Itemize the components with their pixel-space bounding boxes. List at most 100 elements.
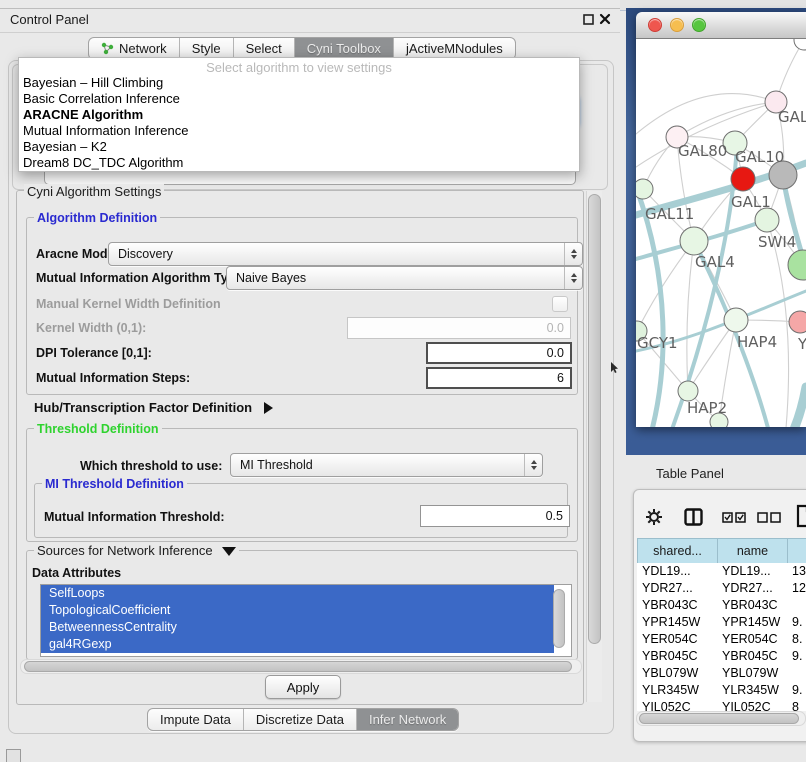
algorithm-option[interactable]: Basic Correlation Inference — [19, 91, 579, 107]
node-salmon[interactable] — [789, 311, 806, 333]
mac-close-icon[interactable] — [648, 18, 662, 32]
apply-button[interactable]: Apply — [265, 675, 341, 699]
network-view-window: GALGAL80GAL10GAL1SWI4GAL11GAL4GCY1HAP4YH… — [636, 12, 806, 427]
kernel-width-label: Kernel Width (0,1): — [36, 321, 146, 335]
node-gal11[interactable] — [636, 179, 653, 199]
sources-title[interactable]: Sources for Network Inference — [34, 543, 239, 558]
network-canvas[interactable]: GALGAL80GAL10GAL1SWI4GAL11GAL4GCY1HAP4YH… — [636, 39, 806, 427]
mi-threshold-field[interactable]: 0.5 — [420, 505, 570, 527]
column-header[interactable]: shared... — [637, 538, 717, 564]
tab-select[interactable]: Select — [234, 38, 295, 59]
table-panel-title: Table Panel — [656, 466, 724, 481]
screen: Control Panel Network Style Select Cyni Too… — [0, 0, 806, 762]
attributes-scrollbar[interactable] — [553, 589, 565, 648]
network-icon — [101, 42, 114, 55]
table-row[interactable]: YBL079WYBL079W — [637, 665, 806, 682]
aracne-mode-combo[interactable]: Discovery — [108, 242, 583, 266]
node-top-white[interactable] — [794, 39, 806, 50]
table-hscrollbar-thumb[interactable] — [639, 713, 799, 724]
network-edge[interactable] — [767, 220, 789, 427]
table-row[interactable]: YDR27...YDR27...12 — [637, 580, 806, 597]
kernel-width-field[interactable]: 0.0 — [347, 317, 571, 339]
mac-minimize-icon[interactable] — [670, 18, 684, 32]
algorithm-options: Bayesian – Hill ClimbingBasic Correlatio… — [19, 75, 579, 171]
collapse-arrow-icon[interactable] — [222, 547, 236, 556]
dpi-tolerance-field[interactable]: 0.0 — [426, 342, 572, 364]
minimized-panel-icon[interactable] — [6, 749, 21, 762]
table-row[interactable]: YLR345WYLR345W9. — [637, 682, 806, 699]
column-header[interactable]: name — [717, 538, 787, 564]
node-label-gal: GAL — [778, 108, 806, 126]
algorithm-option[interactable]: ARACNE Algorithm — [19, 107, 579, 123]
table-cell: YBL079W — [637, 665, 717, 682]
table-cell: YPR145W — [637, 614, 717, 631]
table-cell: YER054C — [717, 631, 787, 648]
algorithm-option[interactable]: Dream8 DC_TDC Algorithm — [19, 155, 579, 171]
mi-steps-field[interactable]: 6 — [426, 367, 572, 389]
tab-label: Network — [119, 41, 167, 56]
node-big-green[interactable] — [788, 250, 806, 280]
table-row[interactable]: YIL052CYIL052C8 — [637, 699, 806, 711]
table-cell: YIL052C — [717, 699, 787, 711]
close-icon[interactable] — [599, 13, 611, 25]
gear-icon[interactable] — [645, 508, 663, 526]
table-cell: YBR045C — [637, 648, 717, 665]
dpi-tolerance-label: DPI Tolerance [0,1]: — [36, 346, 152, 360]
node-gal4[interactable] — [680, 227, 708, 255]
algorithm-option[interactable]: Mutual Information Inference — [19, 123, 579, 139]
column-header[interactable] — [787, 538, 806, 564]
hub-definition-label[interactable]: Hub/Transcription Factor Definition — [34, 400, 273, 415]
attribute-item[interactable]: SelfLoops — [41, 585, 554, 602]
deselect-all-icon[interactable] — [757, 512, 782, 523]
table-cell: YIL052C — [637, 699, 717, 711]
table-cell: YBR045C — [717, 648, 787, 665]
table-row[interactable]: YDL19...YDL19...13 — [637, 563, 806, 580]
mac-zoom-icon[interactable] — [692, 18, 706, 32]
mi-threshold-value: 0.5 — [546, 509, 563, 523]
tab-impute-data[interactable]: Impute Data — [148, 709, 244, 730]
document-icon[interactable] — [796, 504, 806, 528]
attribute-item[interactable]: BetweennessCentrality — [41, 619, 554, 636]
manual-kernel-width-checkbox[interactable] — [552, 296, 568, 312]
attribute-item[interactable]: TopologicalCoefficient — [41, 602, 554, 619]
algorithm-option[interactable]: Bayesian – K2 — [19, 139, 579, 155]
float-window-icon[interactable] — [583, 14, 594, 25]
settings-hscrollbar-thumb[interactable] — [24, 661, 572, 672]
network-edge[interactable] — [778, 387, 806, 427]
table-row[interactable]: YBR045CYBR045C9. — [637, 648, 806, 665]
tab-network[interactable]: Network — [89, 38, 180, 59]
table-row[interactable]: YER054CYER054C8. — [637, 631, 806, 648]
columns-icon[interactable] — [684, 508, 703, 526]
tab-jactivemnodules[interactable]: jActiveMNodules — [394, 38, 515, 59]
combo-stepper-icon[interactable] — [564, 267, 582, 289]
which-threshold-combo[interactable]: MI Threshold — [230, 453, 543, 477]
mi-algorithm-type-combo[interactable]: Naive Bayes — [226, 266, 583, 290]
mouse-cursor-icon — [610, 362, 619, 374]
combo-stepper-icon[interactable] — [564, 243, 582, 265]
node-gal1[interactable] — [731, 167, 755, 191]
table-row[interactable]: YPR145WYPR145W9. — [637, 614, 806, 631]
node-hap4[interactable] — [724, 308, 748, 332]
attribute-item[interactable]: gal4RGexp — [41, 636, 554, 653]
apply-button-label: Apply — [287, 680, 320, 695]
algorithm-option[interactable]: Bayesian – Hill Climbing — [19, 75, 579, 91]
threshold-definition-title: Threshold Definition — [34, 422, 162, 436]
tab-infer-network[interactable]: Infer Network — [357, 709, 458, 730]
tab-style[interactable]: Style — [180, 38, 234, 59]
table-cell: YBL079W — [717, 665, 787, 682]
data-attributes-list[interactable]: SelfLoopsTopologicalCoefficientBetweenne… — [40, 584, 572, 657]
expand-arrow-icon[interactable] — [264, 402, 273, 414]
control-panel-title: Control Panel — [10, 12, 89, 27]
network-window-titlebar[interactable] — [636, 12, 806, 39]
table-cell: YBR043C — [637, 597, 717, 614]
node-swi4[interactable] — [755, 208, 779, 232]
combo-stepper-icon[interactable] — [524, 454, 542, 476]
node-hap2[interactable] — [678, 381, 698, 401]
settings-scrollbar-thumb[interactable] — [588, 194, 601, 644]
table-row[interactable]: YBR043CYBR043C — [637, 597, 806, 614]
select-all-icon[interactable] — [722, 512, 747, 523]
tab-cyni-toolbox[interactable]: Cyni Toolbox — [295, 38, 394, 59]
tab-discretize-data[interactable]: Discretize Data — [244, 709, 357, 730]
node-label-swi4: SWI4 — [758, 233, 796, 251]
tab-label: Select — [246, 41, 282, 56]
